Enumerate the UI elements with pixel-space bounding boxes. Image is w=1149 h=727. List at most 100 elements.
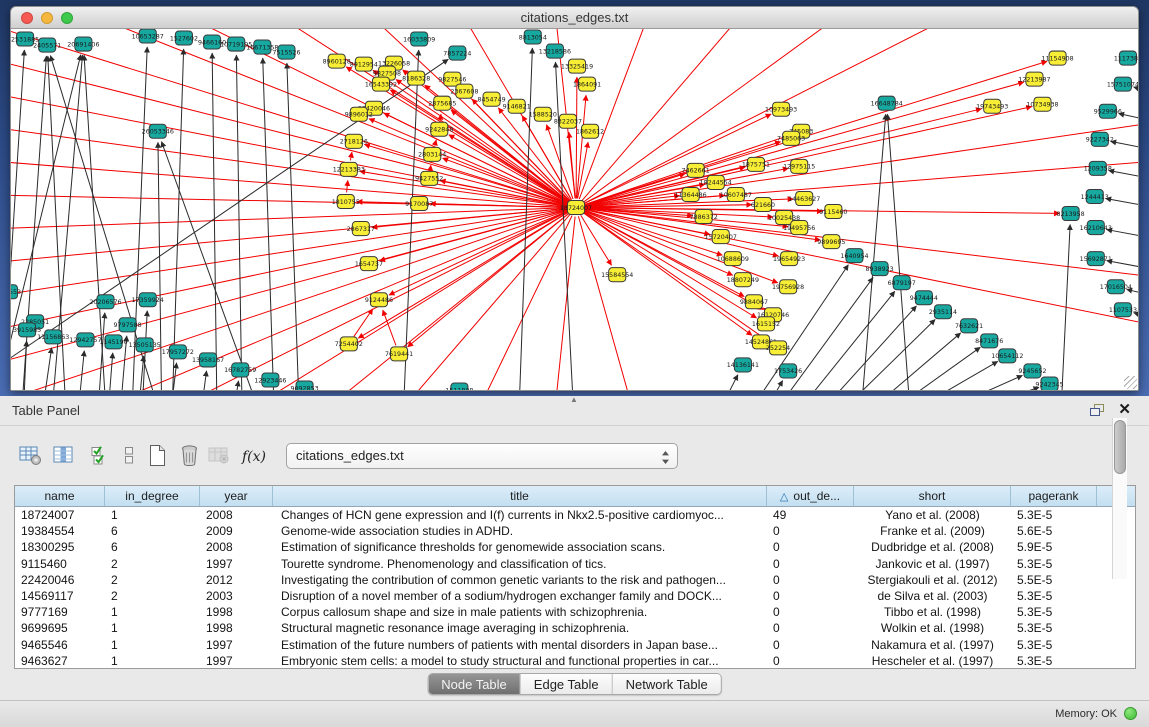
column-header-out_degree[interactable]: △ out_de... bbox=[767, 486, 854, 506]
table-settings-icon[interactable] bbox=[16, 440, 44, 470]
cell-out_degree[interactable]: 0 bbox=[767, 523, 854, 539]
minimize-window-button[interactable] bbox=[41, 12, 53, 24]
graph-node[interactable]: 10607487 bbox=[720, 187, 752, 201]
table-row[interactable]: 911546021997Tourette syndrome. Phenomeno… bbox=[15, 556, 1135, 572]
graph-node[interactable]: 12923446 bbox=[254, 373, 286, 387]
cell-title[interactable]: Estimation of significance thresholds fo… bbox=[273, 539, 767, 555]
graph-edge[interactable] bbox=[887, 114, 910, 390]
graph-node[interactable]: 9427552 bbox=[415, 171, 443, 185]
graph-node[interactable]: 8454749 bbox=[477, 92, 505, 106]
graph-node[interactable]: 20206576 bbox=[89, 295, 121, 309]
graph-edge[interactable] bbox=[1109, 170, 1138, 183]
graph-edge[interactable] bbox=[939, 387, 1039, 390]
row-selection-icon[interactable] bbox=[86, 440, 114, 470]
vertical-scrollbar[interactable] bbox=[1112, 418, 1127, 579]
graph-edge[interactable] bbox=[555, 62, 573, 390]
graph-node[interactable]: 13218586 bbox=[539, 44, 571, 58]
graph-edge[interactable] bbox=[582, 29, 755, 201]
scrollbar-thumb[interactable] bbox=[1114, 420, 1126, 474]
tab-edge-table[interactable]: Edge Table bbox=[521, 674, 613, 694]
cell-name[interactable]: 9463627 bbox=[15, 653, 105, 669]
graph-node[interactable]: 17957272 bbox=[162, 345, 194, 359]
cell-name[interactable]: 19384554 bbox=[15, 523, 105, 539]
cell-in_degree[interactable]: 2 bbox=[105, 572, 200, 588]
graph-node[interactable]: 9092853 bbox=[290, 381, 318, 390]
graph-node[interactable]: 1527602 bbox=[170, 31, 198, 45]
close-panel-icon[interactable]: ✕ bbox=[1118, 400, 1131, 418]
table-row[interactable]: 946362711997Embryonic stem cells: a mode… bbox=[15, 653, 1135, 669]
graph-edge[interactable] bbox=[11, 50, 24, 390]
rows-icon[interactable] bbox=[115, 440, 143, 470]
graph-edge[interactable] bbox=[832, 320, 935, 390]
cell-in_degree[interactable]: 1 bbox=[105, 637, 200, 653]
graph-node[interactable]: 1117382 bbox=[1114, 51, 1138, 65]
cell-title[interactable]: Disruption of a novel member of a sodium… bbox=[273, 588, 767, 604]
cell-in_degree[interactable]: 1 bbox=[105, 507, 200, 523]
cell-name[interactable]: 14569117 bbox=[15, 588, 105, 604]
column-header-pagerank[interactable]: pagerank bbox=[1011, 486, 1097, 506]
graph-node[interactable]: 9797588 bbox=[114, 318, 142, 332]
graph-edge[interactable] bbox=[791, 291, 895, 390]
graph-edge[interactable] bbox=[585, 209, 1138, 330]
cell-short[interactable]: Nakamura et al. (1997) bbox=[854, 637, 1011, 653]
graph-node[interactable]: 19743493 bbox=[976, 99, 1008, 113]
cell-pagerank[interactable]: 5.3E-5 bbox=[1011, 653, 1097, 669]
graph-node[interactable]: 20691406 bbox=[67, 37, 99, 51]
graph-node[interactable]: 1145190 bbox=[99, 335, 127, 349]
graph-edge[interactable] bbox=[11, 210, 567, 370]
cell-in_degree[interactable]: 6 bbox=[105, 523, 200, 539]
graph-edge[interactable] bbox=[715, 375, 738, 390]
cell-short[interactable]: Yano et al. (2008) bbox=[854, 507, 1011, 523]
network-canvas[interactable]: 1872400725318852405571206914061065328715… bbox=[11, 29, 1138, 390]
graph-node[interactable]: 9146821 bbox=[503, 99, 531, 113]
cell-year[interactable]: 1997 bbox=[200, 556, 273, 572]
cell-short[interactable]: Stergiakouli et al. (2012) bbox=[854, 572, 1011, 588]
close-window-button[interactable] bbox=[21, 12, 33, 24]
graph-node[interactable]: 9529966 bbox=[1094, 104, 1122, 118]
graph-node[interactable]: 14463627 bbox=[788, 191, 820, 205]
graph-node[interactable]: 9245652 bbox=[1018, 364, 1046, 378]
graph-node[interactable]: 8938923 bbox=[866, 262, 894, 276]
table-row[interactable]: 969969511998Structural magnetic resonanc… bbox=[15, 620, 1135, 636]
graph-node[interactable]: 1810755 bbox=[332, 194, 360, 208]
cell-name[interactable]: 18300295 bbox=[15, 539, 105, 555]
cell-title[interactable]: Investigating the contribution of common… bbox=[273, 572, 767, 588]
cell-name[interactable]: 9699695 bbox=[15, 620, 105, 636]
cell-year[interactable]: 1997 bbox=[200, 637, 273, 653]
cell-year[interactable]: 2009 bbox=[200, 523, 273, 539]
graph-edge[interactable] bbox=[585, 119, 1138, 206]
cell-out_degree[interactable]: 0 bbox=[767, 539, 854, 555]
cell-out_degree[interactable]: 0 bbox=[767, 604, 854, 620]
cell-pagerank[interactable]: 5.9E-5 bbox=[1011, 539, 1097, 555]
graph-node[interactable]: 12213987 bbox=[1018, 72, 1050, 86]
graph-node[interactable]: 621660 bbox=[751, 197, 775, 211]
graph-edge[interactable] bbox=[1134, 313, 1138, 325]
graph-edge[interactable] bbox=[236, 55, 242, 390]
graph-node[interactable]: 1654737 bbox=[355, 257, 383, 271]
graph-edge[interactable] bbox=[435, 140, 437, 146]
cell-year[interactable]: 1998 bbox=[200, 620, 273, 636]
graph-edge[interactable] bbox=[108, 353, 113, 390]
graph-node[interactable]: 8813054 bbox=[519, 30, 547, 44]
cell-pagerank[interactable]: 5.5E-5 bbox=[1011, 572, 1097, 588]
graph-edge[interactable] bbox=[138, 356, 144, 390]
graph-node[interactable]: 10734938 bbox=[1026, 97, 1058, 111]
graph-node[interactable]: 15720407 bbox=[705, 230, 737, 244]
graph-node[interactable]: 6879197 bbox=[888, 276, 916, 290]
graph-node[interactable]: 1107533 bbox=[1109, 303, 1137, 317]
graph-edge[interactable] bbox=[760, 381, 783, 390]
graph-node[interactable]: 1588520 bbox=[529, 107, 557, 121]
graph-edge[interactable] bbox=[897, 361, 998, 390]
graph-edge[interactable] bbox=[585, 82, 1024, 205]
graph-node[interactable]: 2935114 bbox=[929, 305, 957, 319]
column-header-name[interactable]: name bbox=[15, 486, 105, 506]
graph-edge[interactable] bbox=[576, 77, 577, 198]
table-row[interactable]: 1872400712008Changes of HCN gene express… bbox=[15, 507, 1135, 523]
cell-name[interactable]: 9115460 bbox=[15, 556, 105, 572]
graph-edge[interactable] bbox=[813, 306, 916, 390]
cell-pagerank[interactable]: 5.3E-5 bbox=[1011, 637, 1097, 653]
tab-network-table[interactable]: Network Table bbox=[613, 674, 721, 694]
graph-node[interactable]: 26053346 bbox=[142, 124, 174, 138]
graph-node[interactable]: 1753426 bbox=[774, 364, 802, 378]
graph-edge[interactable] bbox=[172, 49, 184, 390]
